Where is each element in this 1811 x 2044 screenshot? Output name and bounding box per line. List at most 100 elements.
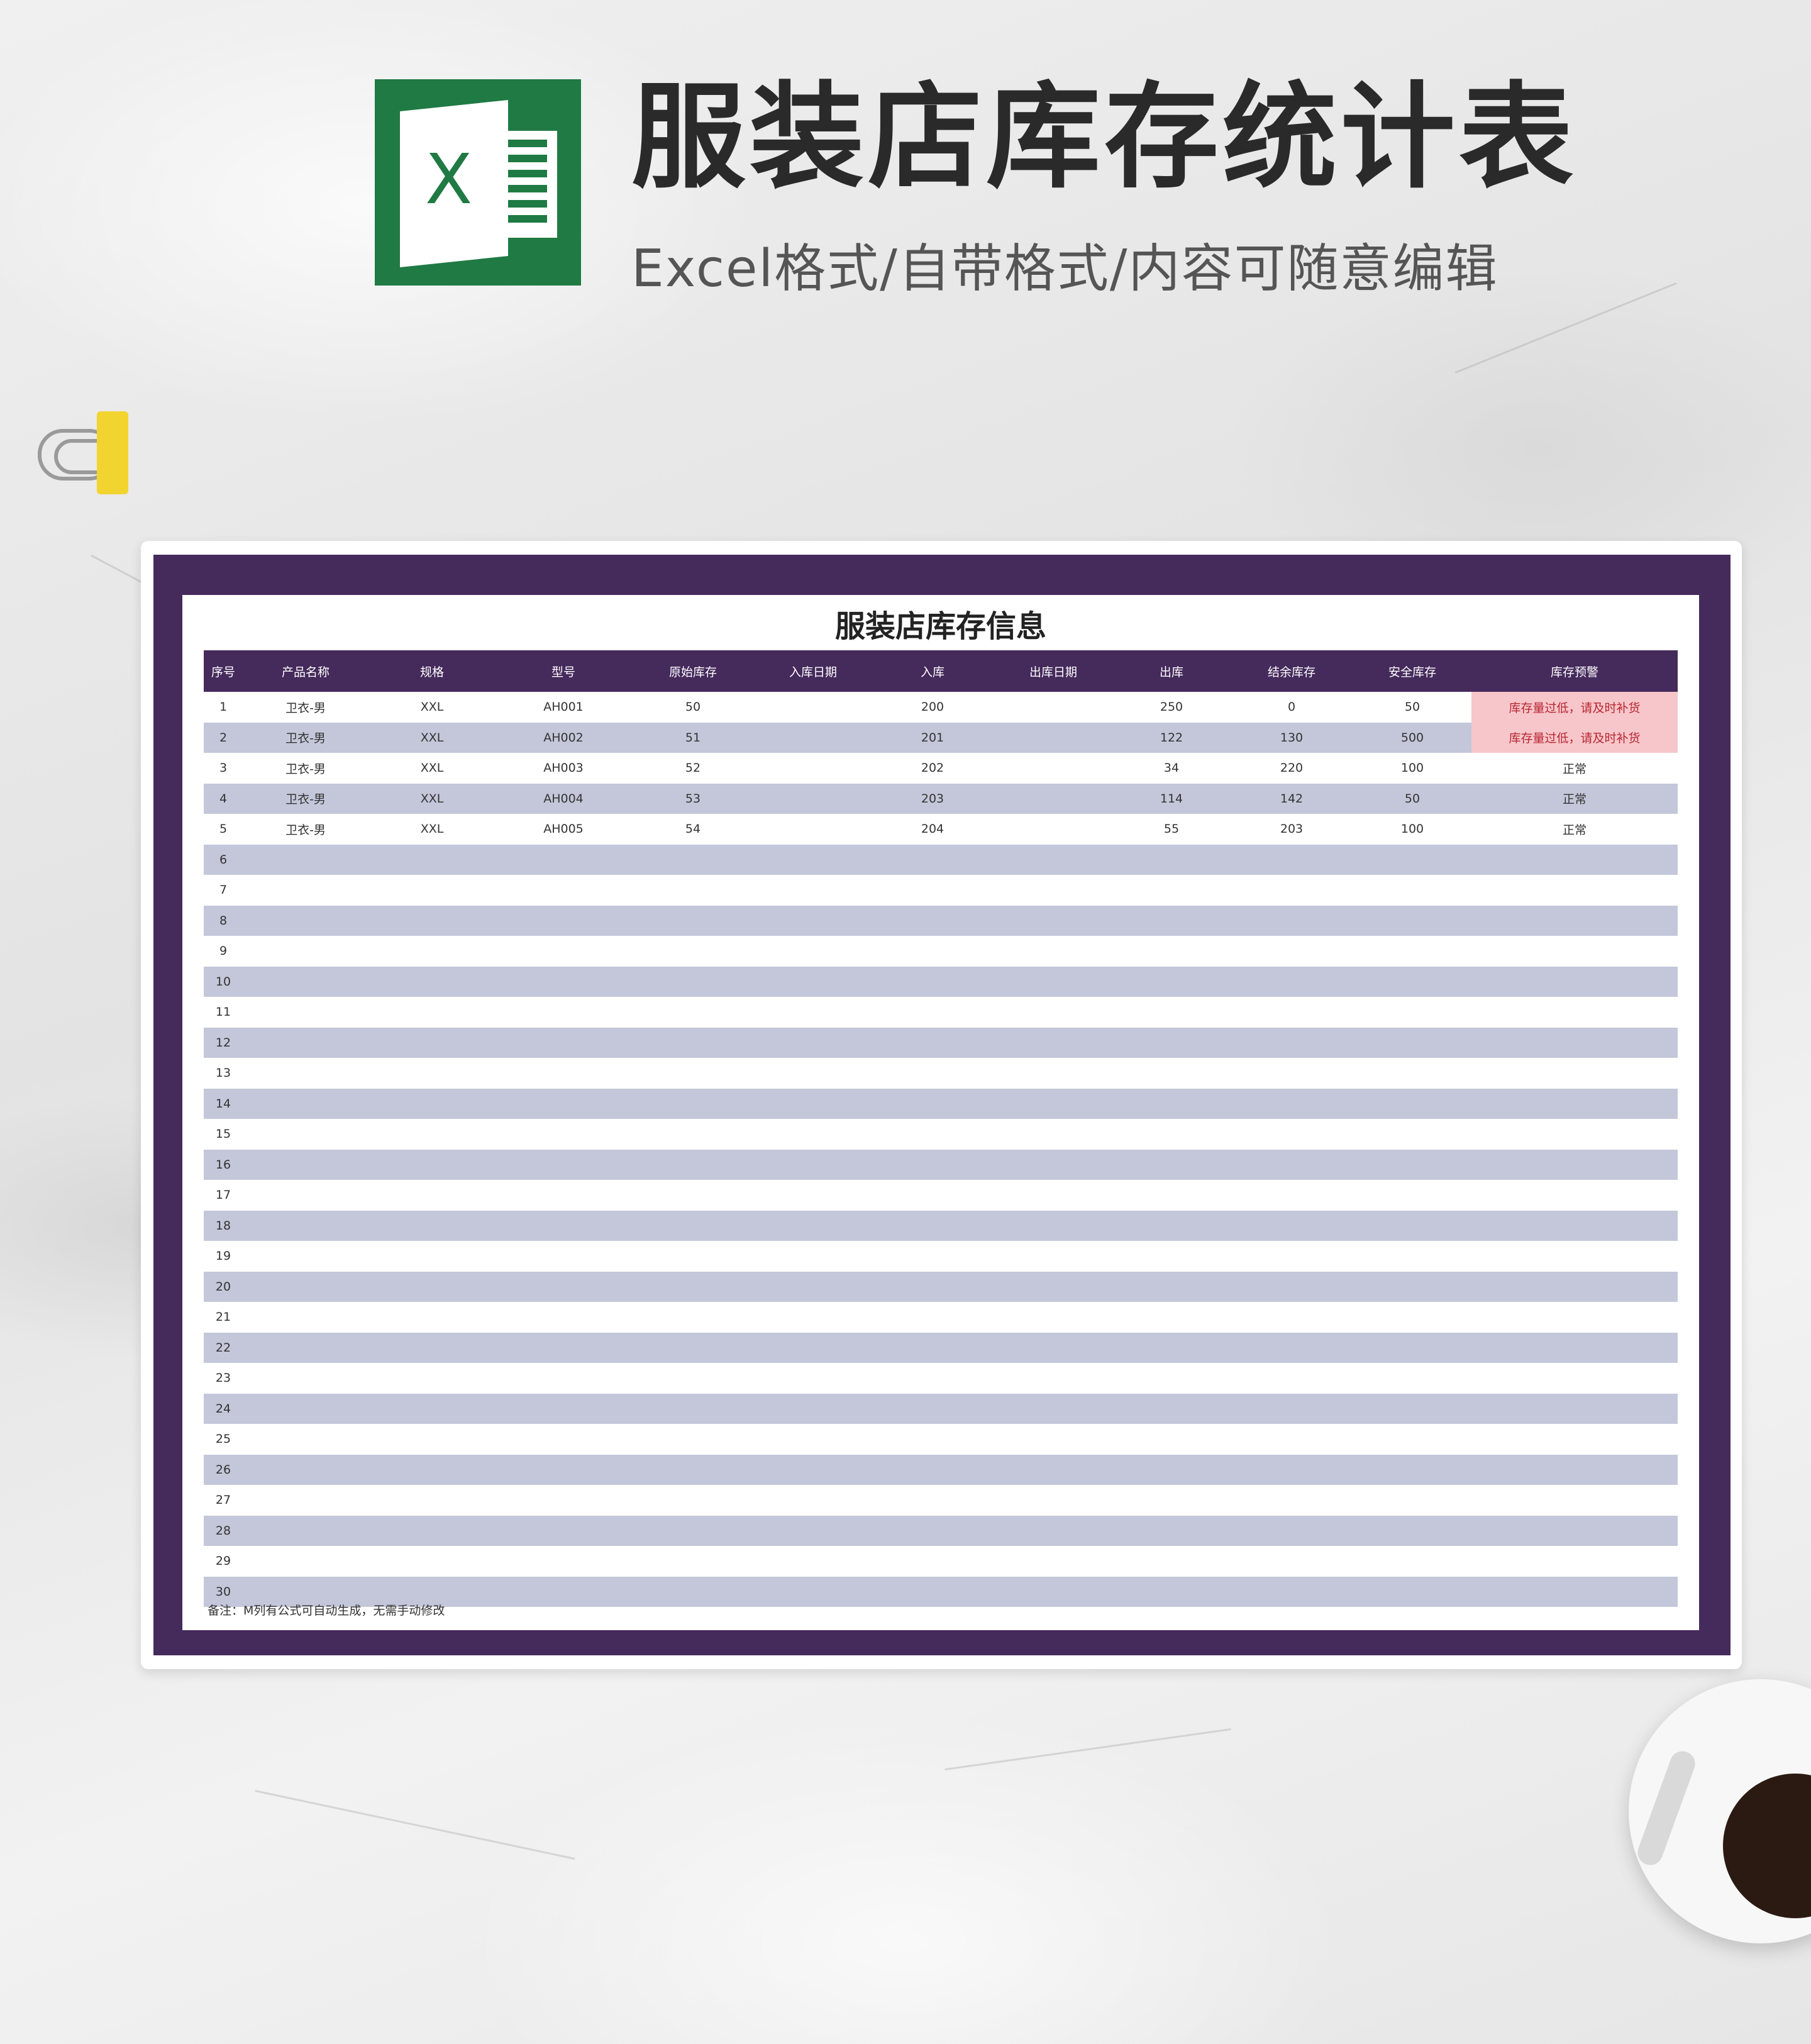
- table-cell[interactable]: [368, 1546, 496, 1577]
- table-cell[interactable]: [755, 1210, 872, 1241]
- table-cell[interactable]: 0: [1230, 692, 1353, 723]
- table-cell[interactable]: [872, 1424, 994, 1455]
- table-cell[interactable]: 21: [204, 1302, 243, 1333]
- table-cell[interactable]: 卫衣-男: [243, 692, 368, 723]
- table-cell[interactable]: [243, 1271, 368, 1302]
- table-cell[interactable]: [994, 1546, 1113, 1577]
- table-cell[interactable]: [755, 1546, 872, 1577]
- table-cell[interactable]: 50: [1353, 783, 1471, 814]
- table-cell[interactable]: 10: [204, 966, 243, 997]
- table-cell[interactable]: [872, 875, 994, 906]
- table-cell[interactable]: [1353, 1088, 1471, 1119]
- table-cell[interactable]: [1471, 966, 1678, 997]
- table-cell[interactable]: 17: [204, 1180, 243, 1211]
- table-cell[interactable]: [1353, 1180, 1471, 1211]
- table-cell[interactable]: [1353, 1424, 1471, 1455]
- table-cell[interactable]: 22: [204, 1332, 243, 1363]
- table-cell[interactable]: XXL: [368, 753, 496, 784]
- table-cell[interactable]: [755, 1424, 872, 1455]
- table-cell[interactable]: [496, 1576, 631, 1607]
- table-cell[interactable]: 25: [204, 1424, 243, 1455]
- table-cell[interactable]: [1471, 1393, 1678, 1424]
- table-cell[interactable]: [994, 1149, 1113, 1180]
- table-cell[interactable]: [872, 1576, 994, 1607]
- table-cell[interactable]: [755, 692, 872, 723]
- table-cell[interactable]: [994, 1363, 1113, 1394]
- table-cell[interactable]: [1230, 1393, 1353, 1424]
- table-cell[interactable]: [1471, 1119, 1678, 1150]
- table-cell[interactable]: [496, 844, 631, 875]
- table-cell[interactable]: [1471, 844, 1678, 875]
- table-cell[interactable]: [1471, 1454, 1678, 1485]
- table-cell[interactable]: 20: [204, 1271, 243, 1302]
- table-cell[interactable]: [872, 1363, 994, 1394]
- table-cell[interactable]: [1471, 1180, 1678, 1211]
- table-cell[interactable]: [1230, 1241, 1353, 1272]
- table-cell[interactable]: 8: [204, 905, 243, 936]
- table-cell[interactable]: [1353, 1393, 1471, 1424]
- table-cell[interactable]: [994, 1515, 1113, 1546]
- table-cell[interactable]: [631, 1027, 755, 1058]
- table-cell[interactable]: [496, 1485, 631, 1516]
- table-cell[interactable]: [1230, 1454, 1353, 1485]
- table-cell[interactable]: [368, 844, 496, 875]
- table-cell[interactable]: [994, 1210, 1113, 1241]
- table-cell[interactable]: [1230, 1271, 1353, 1302]
- table-cell[interactable]: [994, 1027, 1113, 1058]
- table-cell[interactable]: [1230, 1302, 1353, 1333]
- column-header[interactable]: 序号: [204, 650, 243, 692]
- table-cell[interactable]: [243, 1302, 368, 1333]
- table-cell[interactable]: [872, 1302, 994, 1333]
- table-cell[interactable]: 1: [204, 692, 243, 723]
- table-cell[interactable]: [1113, 875, 1230, 906]
- table-cell[interactable]: [872, 1485, 994, 1516]
- table-cell[interactable]: [1353, 1485, 1471, 1516]
- table-cell[interactable]: [496, 1058, 631, 1089]
- column-header[interactable]: 安全库存: [1353, 650, 1471, 692]
- table-cell[interactable]: [243, 905, 368, 936]
- table-cell[interactable]: [496, 875, 631, 906]
- table-cell[interactable]: [1113, 936, 1230, 967]
- column-header[interactable]: 入库日期: [755, 650, 872, 692]
- table-cell[interactable]: [755, 905, 872, 936]
- table-cell[interactable]: [631, 1149, 755, 1180]
- table-cell[interactable]: AH001: [496, 692, 631, 723]
- table-cell[interactable]: 6: [204, 844, 243, 875]
- column-header[interactable]: 结余库存: [1230, 650, 1353, 692]
- table-cell[interactable]: [1230, 997, 1353, 1028]
- table-cell[interactable]: [368, 875, 496, 906]
- table-cell[interactable]: [994, 875, 1113, 906]
- table-cell[interactable]: [243, 1393, 368, 1424]
- table-cell[interactable]: [368, 905, 496, 936]
- table-cell[interactable]: [1353, 1027, 1471, 1058]
- table-cell[interactable]: 11: [204, 997, 243, 1028]
- table-cell[interactable]: [1471, 1058, 1678, 1089]
- table-cell[interactable]: [1471, 1210, 1678, 1241]
- table-cell[interactable]: 27: [204, 1485, 243, 1516]
- table-cell[interactable]: 114: [1113, 783, 1230, 814]
- table-cell[interactable]: 15: [204, 1119, 243, 1150]
- table-cell[interactable]: [755, 1027, 872, 1058]
- table-cell[interactable]: [755, 1363, 872, 1394]
- table-cell[interactable]: [243, 1454, 368, 1485]
- table-cell[interactable]: [1353, 1149, 1471, 1180]
- table-cell[interactable]: [1230, 1546, 1353, 1577]
- table-cell[interactable]: [243, 1546, 368, 1577]
- table-cell[interactable]: [1113, 997, 1230, 1028]
- table-cell[interactable]: [496, 966, 631, 997]
- table-cell[interactable]: [755, 1515, 872, 1546]
- table-cell[interactable]: [755, 1088, 872, 1119]
- column-header[interactable]: 规格: [368, 650, 496, 692]
- table-cell[interactable]: [994, 1180, 1113, 1211]
- table-cell[interactable]: [1471, 1302, 1678, 1333]
- table-cell[interactable]: [368, 997, 496, 1028]
- table-cell[interactable]: [1113, 1363, 1230, 1394]
- table-cell[interactable]: [631, 1180, 755, 1211]
- table-cell[interactable]: [1471, 1424, 1678, 1455]
- table-cell[interactable]: [994, 1485, 1113, 1516]
- table-cell[interactable]: 正常: [1471, 783, 1678, 814]
- table-cell[interactable]: 3: [204, 753, 243, 784]
- table-cell[interactable]: [1113, 1149, 1230, 1180]
- table-cell[interactable]: [1353, 1363, 1471, 1394]
- table-cell[interactable]: [631, 1576, 755, 1607]
